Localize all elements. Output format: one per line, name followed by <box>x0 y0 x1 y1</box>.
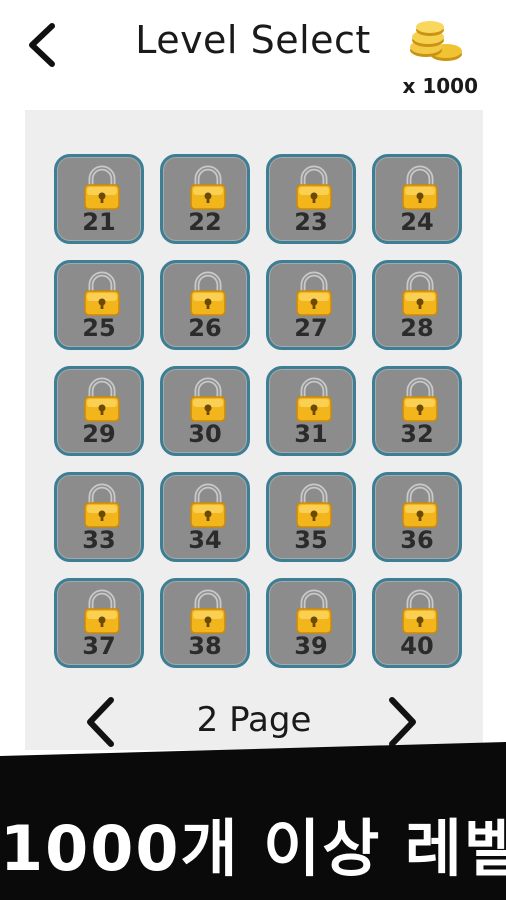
level-number: 27 <box>294 314 328 342</box>
level-number: 28 <box>400 314 434 342</box>
padlock-icon <box>400 377 440 423</box>
coin-count: x 1000 <box>402 74 478 98</box>
level-number: 40 <box>400 632 434 660</box>
level-button[interactable]: 37 <box>54 578 144 668</box>
level-number: 21 <box>82 208 116 236</box>
level-number: 39 <box>294 632 328 660</box>
level-button[interactable]: 36 <box>372 472 462 562</box>
padlock-icon <box>188 589 228 635</box>
padlock-icon <box>294 165 334 211</box>
level-button[interactable]: 29 <box>54 366 144 456</box>
level-button[interactable]: 21 <box>54 154 144 244</box>
level-button[interactable]: 33 <box>54 472 144 562</box>
padlock-icon <box>188 165 228 211</box>
level-number: 38 <box>188 632 222 660</box>
padlock-icon <box>400 483 440 529</box>
level-button[interactable]: 24 <box>372 154 462 244</box>
level-button[interactable]: 28 <box>372 260 462 350</box>
level-button[interactable]: 27 <box>266 260 356 350</box>
padlock-icon <box>400 589 440 635</box>
level-button[interactable]: 30 <box>160 366 250 456</box>
level-grid: 21 22 23 24 25 26 27 28 29 30 31 32 33 34 35 36 37 38 39 40 <box>54 154 462 668</box>
level-button[interactable]: 32 <box>372 366 462 456</box>
padlock-icon <box>82 589 122 635</box>
level-button[interactable]: 40 <box>372 578 462 668</box>
level-button[interactable]: 22 <box>160 154 250 244</box>
level-button[interactable]: 39 <box>266 578 356 668</box>
level-number: 35 <box>294 526 328 554</box>
level-button[interactable]: 26 <box>160 260 250 350</box>
padlock-icon <box>188 271 228 317</box>
level-number: 23 <box>294 208 328 236</box>
padlock-icon <box>82 165 122 211</box>
level-number: 37 <box>82 632 116 660</box>
next-page-button[interactable] <box>380 694 426 750</box>
padlock-icon <box>82 377 122 423</box>
level-panel: 21 22 23 24 25 26 27 28 29 30 31 32 33 34 35 36 37 38 39 40… <box>25 110 483 750</box>
padlock-icon <box>294 483 334 529</box>
banner-text: 1000개 이상 레벨 <box>0 812 506 885</box>
padlock-icon <box>294 271 334 317</box>
level-number: 25 <box>82 314 116 342</box>
level-number: 31 <box>294 420 328 448</box>
padlock-icon <box>400 271 440 317</box>
chevron-right-icon <box>389 697 416 747</box>
level-button[interactable]: 23 <box>266 154 356 244</box>
padlock-icon <box>82 483 122 529</box>
level-number: 29 <box>82 420 116 448</box>
level-number: 33 <box>82 526 116 554</box>
coin-stack-icon <box>406 18 472 64</box>
level-number: 26 <box>188 314 222 342</box>
level-number: 34 <box>188 526 222 554</box>
level-button[interactable]: 31 <box>266 366 356 456</box>
level-number: 24 <box>400 208 434 236</box>
level-button[interactable]: 34 <box>160 472 250 562</box>
padlock-icon <box>82 271 122 317</box>
level-number: 30 <box>188 420 222 448</box>
padlock-icon <box>188 377 228 423</box>
padlock-icon <box>400 165 440 211</box>
padlock-icon <box>294 377 334 423</box>
level-number: 36 <box>400 526 434 554</box>
padlock-icon <box>294 589 334 635</box>
level-button[interactable]: 25 <box>54 260 144 350</box>
level-button[interactable]: 35 <box>266 472 356 562</box>
level-number: 22 <box>188 208 222 236</box>
level-button[interactable]: 38 <box>160 578 250 668</box>
level-number: 32 <box>400 420 434 448</box>
padlock-icon <box>188 483 228 529</box>
